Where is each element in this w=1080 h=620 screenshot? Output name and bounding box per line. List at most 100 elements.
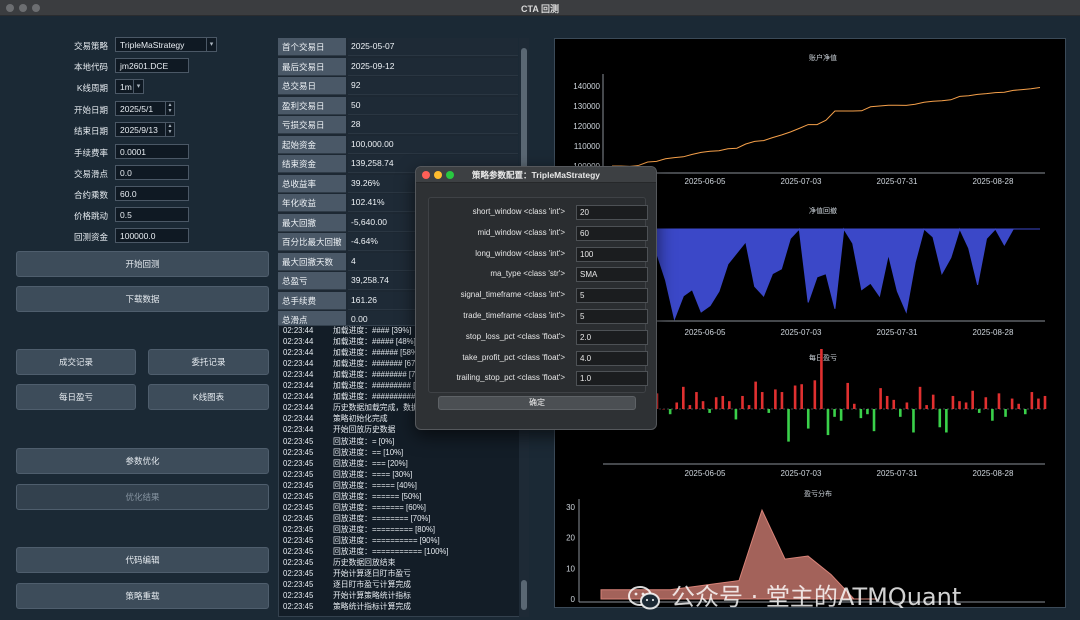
log-line: 02:23:44 加载进度：######### [87%] [283, 380, 433, 390]
profit-bar [971, 390, 974, 409]
chart-title: 每日盈亏 [809, 353, 837, 362]
pricetick-input[interactable]: 0.5 [115, 207, 189, 222]
trade-records-button[interactable]: 成交记录 [16, 349, 136, 375]
spin-arrows-icon[interactable]: ▲ ▼ [165, 123, 174, 136]
log-line: 02:23:44 加载进度：##### [48%] [283, 336, 416, 346]
param-input[interactable]: 60 [576, 225, 648, 241]
param-input[interactable]: 20 [576, 205, 648, 220]
loss-bar [859, 409, 863, 419]
param-row: mid_window <class 'int'> 60 [429, 225, 648, 241]
log-time: 02:23:44 [283, 425, 314, 435]
stats-row: 最后交易日 2025-09-12 [278, 57, 518, 76]
interval-label: K线周期 [76, 83, 108, 93]
symbol-input[interactable]: jm2601.DCE [115, 58, 189, 73]
strategy-reload-button[interactable]: 策略重载 [16, 583, 269, 609]
log-line: 02:23:45 策略统计指标计算完成 [283, 601, 411, 611]
stats-row: 亏损交易日 28 [278, 116, 518, 134]
optimize-result-button[interactable]: 优化结果 [16, 484, 269, 510]
log-line: 02:23:45 开始计算策略统计指标 [283, 590, 411, 600]
profit-bar [892, 399, 896, 409]
log-time: 02:23:45 [283, 513, 314, 523]
ok-button[interactable]: 确定 [438, 396, 636, 410]
param-input[interactable]: 1.0 [576, 371, 648, 387]
capital-input[interactable]: 100000.0 [115, 228, 189, 243]
x-tick-label: 2025-08-28 [973, 469, 1014, 478]
loss-bar [866, 409, 869, 415]
loss-bar [668, 409, 672, 415]
stats-row: 盈利交易日 50 [278, 96, 518, 115]
log-time: 02:23:45 [283, 447, 314, 457]
param-row: take_profit_pct <class 'float'> 4.0 [429, 350, 648, 366]
profit-bar [984, 397, 988, 409]
download-data-button[interactable]: 下载数据 [16, 286, 269, 312]
log-time: 02:23:44 [283, 337, 314, 347]
stats-key: 总收益率 [278, 174, 346, 193]
params-form: short_window <class 'int'> 20 mid_window <… [428, 197, 648, 393]
stats-row: 起始资金 100,000.00 [278, 135, 518, 154]
rate-input[interactable]: 0.0001 [115, 144, 189, 159]
log-message: 策略统计指标计算完成 [333, 602, 411, 612]
profit-bar [741, 395, 744, 409]
param-input[interactable]: 2.0 [576, 329, 648, 345]
start-backtest-button[interactable]: 开始回测 [16, 251, 269, 277]
log-time: 02:23:44 [283, 392, 314, 402]
param-label: trade_timeframe <class 'int'> [463, 311, 565, 320]
log-time: 02:23:44 [283, 326, 314, 335]
slippage-input[interactable]: 0.0 [115, 165, 189, 180]
order-records-button[interactable]: 委托记录 [148, 349, 269, 375]
size-input[interactable]: 60.0 [115, 186, 189, 201]
param-input[interactable]: 4.0 [576, 350, 648, 366]
x-tick-label: 2025-07-03 [781, 469, 822, 478]
log-message: 加载进度：####### [67%] [333, 359, 425, 369]
profit-bar [760, 392, 764, 409]
profit-bar [1010, 398, 1014, 409]
start-date-input[interactable]: 2025/5/1 ▲ ▼ [115, 101, 175, 116]
start-date-value: 2025/5/1 [120, 104, 154, 114]
spin-arrows-icon[interactable]: ▲ ▼ [165, 102, 174, 115]
stats-key: 百分比最大回撤 [278, 233, 346, 251]
log-line: 02:23:44 加载进度：######## [77%] [283, 369, 429, 379]
log-message: 回放进度：=========== [100%] [333, 547, 449, 556]
stats-key: 年化收益 [278, 194, 346, 212]
log-time: 02:23:45 [283, 558, 314, 568]
x-tick-label: 2025-07-31 [877, 469, 918, 478]
loss-bar [1023, 409, 1027, 415]
profit-bar [793, 385, 797, 409]
scrollbar-thumb[interactable] [521, 580, 527, 610]
stats-value: 2025-05-07 [348, 38, 518, 56]
log-time: 02:23:45 [283, 436, 314, 446]
stats-key: 亏损交易日 [278, 116, 346, 134]
drawdown-area [612, 227, 1040, 321]
code-edit-button[interactable]: 代码编辑 [16, 547, 269, 573]
param-input[interactable]: 100 [576, 246, 648, 262]
log-line: 02:23:45 逐日盯市盈亏计算完成 [283, 579, 411, 589]
y-tick-label: 30 [566, 503, 575, 512]
log-message: 回放进度：=== [20%] [333, 458, 408, 468]
daily-pnl-button[interactable]: 每日盈亏 [16, 384, 136, 410]
profit-bar [885, 395, 889, 409]
end-date-input[interactable]: 2025/9/13 ▲ ▼ [115, 122, 175, 137]
log-time: 02:23:45 [283, 491, 314, 501]
log-message: 回放进度：======= [60%] [333, 502, 426, 512]
profit-bar [879, 388, 882, 409]
interval-combo[interactable]: 1m ▾ [115, 79, 144, 94]
x-tick-label: 2025-07-31 [877, 177, 918, 186]
y-tick-label: 130000 [573, 102, 600, 111]
title-bar: CTA 回测 [0, 0, 1080, 16]
param-input[interactable]: 5 [576, 288, 648, 304]
log-message: 回放进度：========= [80%] [333, 524, 436, 534]
param-input[interactable]: SMA [576, 267, 648, 283]
loss-bar [734, 409, 738, 420]
kline-chart-button[interactable]: K线图表 [148, 384, 269, 410]
log-line: 02:23:45 回放进度：===== [40%] [283, 480, 417, 490]
log-time: 02:23:44 [283, 381, 314, 391]
param-input[interactable]: 5 [576, 309, 648, 324]
watermark-text: 公众号 · 堂主的ATMQuant [671, 583, 962, 611]
log-line: 02:23:45 开始计算逐日盯市盈亏 [283, 568, 411, 578]
optimize-button[interactable]: 参数优化 [16, 448, 269, 474]
log-time: 02:23:45 [283, 535, 314, 545]
strategy-combo[interactable]: TripleMaStrategy ▾ [115, 37, 217, 52]
stats-row: 总交易日 92 [278, 77, 518, 95]
log-time: 02:23:44 [283, 414, 314, 424]
x-tick-label: 2025-06-05 [685, 328, 726, 337]
